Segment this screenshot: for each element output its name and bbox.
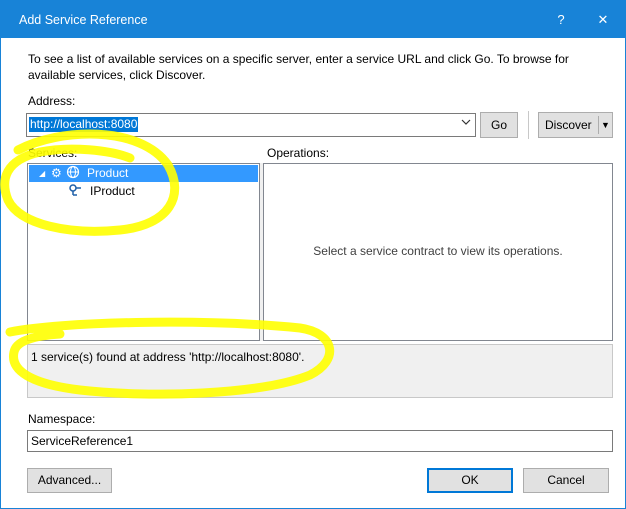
help-button[interactable]: ? [541, 1, 581, 38]
status-text: 1 service(s) found at address 'http://lo… [31, 350, 305, 364]
operations-label: Operations: [267, 146, 330, 160]
ok-button[interactable]: OK [427, 468, 513, 493]
tree-item-label: Product [87, 166, 129, 180]
discover-label: Discover [545, 118, 592, 132]
operations-list[interactable]: Select a service contract to view its op… [263, 163, 613, 341]
address-label: Address: [28, 94, 76, 108]
advanced-button[interactable]: Advanced... [27, 468, 112, 493]
chevron-down-icon[interactable] [461, 118, 471, 129]
namespace-input[interactable]: ServiceReference1 [27, 430, 613, 452]
add-service-reference-dialog: Add Service Reference ? ✕ To see a list … [0, 0, 626, 509]
tree-item-iproduct[interactable]: IProduct [29, 183, 258, 200]
close-button[interactable]: ✕ [583, 1, 623, 38]
address-value: http://localhost:8080 [29, 117, 139, 132]
tree-item-label: IProduct [90, 184, 135, 198]
globe-icon [66, 165, 80, 182]
address-combobox[interactable]: http://localhost:8080 [26, 113, 476, 137]
namespace-label: Namespace: [28, 412, 96, 426]
discover-button[interactable]: Discover ▼ [538, 112, 613, 138]
dialog-title: Add Service Reference [19, 13, 148, 27]
gear-icon: ⚙ [51, 166, 62, 180]
toolbar-separator [528, 111, 529, 139]
title-bar: Add Service Reference ? ✕ [1, 1, 625, 38]
dropdown-arrow-icon[interactable]: ▼ [601, 113, 610, 137]
intro-text: To see a list of available services on a… [28, 52, 569, 82]
status-box: 1 service(s) found at address 'http://lo… [27, 344, 613, 398]
services-tree[interactable]: ◢ ⚙ Product IProduct [27, 163, 260, 341]
interface-icon [69, 184, 87, 198]
expand-arrow-icon[interactable]: ◢ [39, 165, 45, 182]
services-label: Services: [28, 146, 78, 160]
tree-item-product[interactable]: ◢ ⚙ Product [29, 165, 258, 182]
split-divider [598, 116, 599, 134]
operations-empty-message: Select a service contract to view its op… [313, 244, 563, 258]
go-button[interactable]: Go [480, 112, 518, 138]
namespace-value: ServiceReference1 [31, 434, 134, 448]
cancel-button[interactable]: Cancel [523, 468, 609, 493]
